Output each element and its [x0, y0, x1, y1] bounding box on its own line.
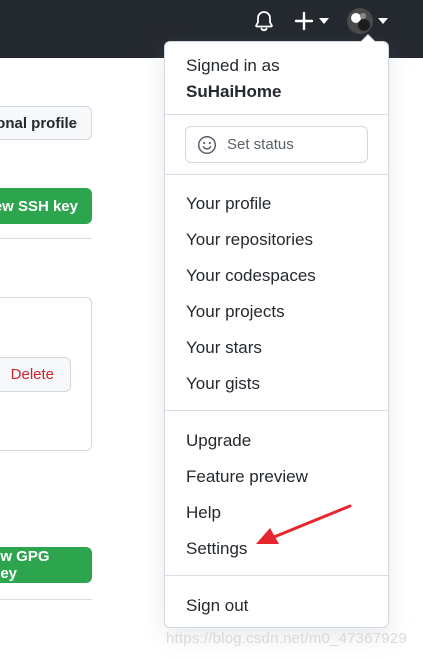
menu-divider	[165, 114, 388, 115]
menu-item-your-projects[interactable]: Your projects	[186, 302, 285, 322]
new-gpg-key-button[interactable]: ew GPG key	[0, 547, 92, 583]
set-status-label: Set status	[227, 136, 294, 153]
create-new-menu-button[interactable]	[294, 9, 329, 33]
edit-profile-button-label: onal profile	[0, 114, 77, 132]
new-ssh-key-button[interactable]: ew SSH key	[0, 188, 92, 224]
menu-item-help[interactable]: Help	[186, 503, 221, 523]
menu-item-feature-preview[interactable]: Feature preview	[186, 467, 308, 487]
section-divider	[0, 238, 92, 239]
smiley-icon	[197, 135, 217, 155]
menu-divider	[165, 575, 388, 576]
menu-item-your-repositories[interactable]: Your repositories	[186, 230, 313, 250]
menu-item-your-stars[interactable]: Your stars	[186, 338, 262, 358]
set-status-button[interactable]: Set status	[185, 126, 368, 163]
chevron-down-icon	[319, 18, 329, 24]
section-divider	[0, 599, 92, 600]
new-gpg-key-button-label: ew GPG key	[0, 548, 50, 582]
menu-item-your-profile[interactable]: Your profile	[186, 194, 271, 214]
delete-key-button-label: Delete	[10, 366, 54, 383]
menu-divider	[165, 410, 388, 411]
menu-item-sign-out[interactable]: Sign out	[186, 596, 248, 616]
bell-icon[interactable]	[252, 9, 276, 33]
edit-profile-button[interactable]: onal profile	[0, 106, 92, 140]
chevron-down-icon	[378, 18, 388, 24]
delete-key-button[interactable]: Delete	[0, 357, 71, 392]
menu-item-settings[interactable]: Settings	[186, 539, 247, 559]
watermark-text: https://blog.csdn.net/m0_47367929	[166, 630, 407, 647]
signed-in-label: Signed in as	[186, 56, 280, 75]
new-ssh-key-button-label: ew SSH key	[0, 197, 78, 215]
menu-item-your-codespaces[interactable]: Your codespaces	[186, 266, 316, 286]
menu-item-your-gists[interactable]: Your gists	[186, 374, 260, 394]
menu-item-upgrade[interactable]: Upgrade	[186, 431, 251, 451]
username[interactable]: SuHaiHome	[186, 82, 281, 102]
menu-divider	[165, 174, 388, 175]
plus-icon	[294, 11, 314, 31]
red-annotation-arrow-icon	[256, 504, 352, 544]
